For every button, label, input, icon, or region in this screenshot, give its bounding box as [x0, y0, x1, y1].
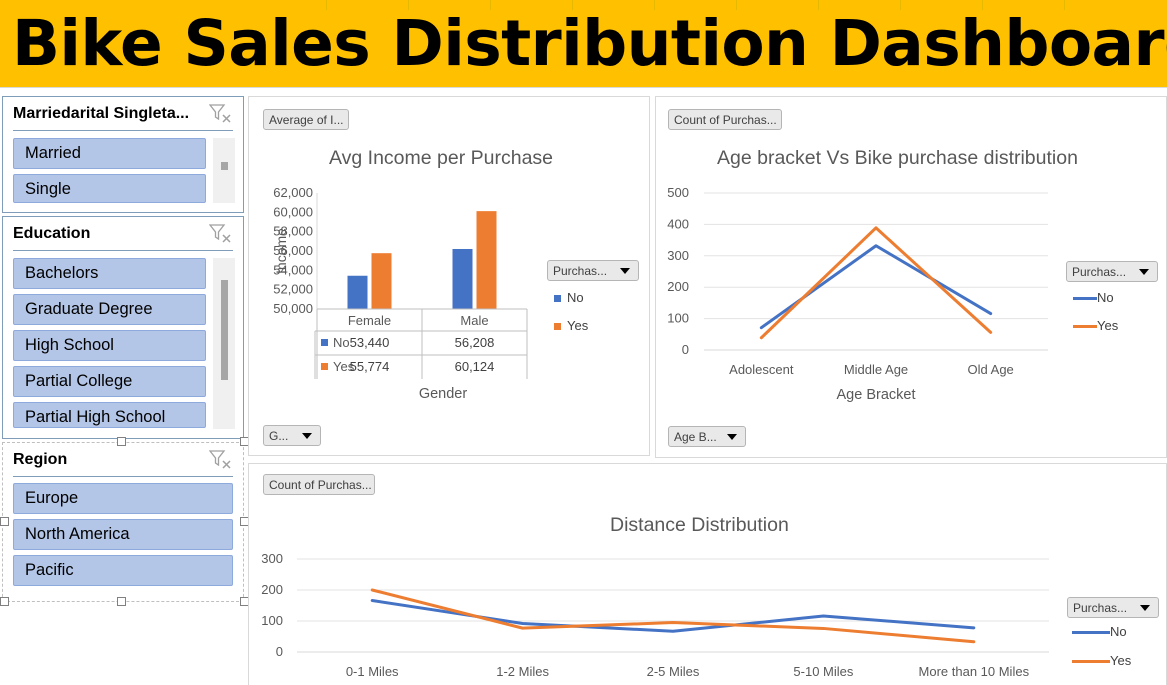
x-category-label: Middle Age — [844, 362, 908, 377]
slicer-item-north-america[interactable]: North America — [13, 519, 233, 550]
resize-handle[interactable] — [0, 597, 9, 606]
legend-swatch — [1073, 325, 1097, 329]
legend-item-no: No — [1073, 290, 1114, 305]
slicer-header: Region — [13, 451, 68, 468]
y-tick-label: 200 — [261, 582, 283, 597]
x-category-label: Adolescent — [729, 362, 794, 377]
clear-filter-icon[interactable] — [209, 449, 233, 469]
slicer-header: Marriedarital Singleta... — [13, 105, 190, 122]
bar-yes — [476, 211, 497, 309]
table-legend-key — [321, 363, 328, 370]
y-tick-label: 52,000 — [273, 282, 313, 297]
y-tick-label: 400 — [667, 216, 689, 231]
slicer-item-europe[interactable]: Europe — [13, 483, 233, 514]
x-category-label: Male — [460, 313, 488, 328]
legend-field-button[interactable]: Purchas... — [1066, 261, 1158, 282]
y-axis-label: Income — [273, 228, 289, 274]
scrollbar-thumb[interactable] — [221, 162, 228, 170]
legend-swatch — [554, 295, 561, 302]
bar-no — [452, 248, 473, 309]
slicer-item-bachelors[interactable]: Bachelors — [13, 258, 206, 289]
slicer-item-partial-college[interactable]: Partial College — [13, 366, 206, 397]
table-series-label: No — [333, 335, 350, 350]
legend-swatch — [554, 323, 561, 330]
table-value: 53,440 — [350, 335, 390, 350]
legend-item-yes: Yes — [1073, 318, 1118, 333]
chart-avg-income: Average of I... Avg Income per Purchase … — [248, 96, 650, 456]
table-value: 60,124 — [455, 359, 495, 374]
slicer-divider — [13, 250, 233, 251]
legend-swatch — [1072, 660, 1110, 664]
series-line-yes — [370, 588, 976, 644]
resize-handle[interactable] — [117, 437, 126, 446]
x-category-label: Female — [348, 313, 391, 328]
legend-label: Yes — [567, 318, 589, 333]
y-tick-label: 0 — [682, 342, 689, 357]
x-category-label: Old Age — [968, 362, 1014, 377]
legend-item-no: No — [1072, 624, 1127, 639]
legend-label: No — [1097, 290, 1114, 305]
legend-item-yes: Yes — [1072, 653, 1131, 668]
y-tick-label: 300 — [261, 551, 283, 566]
y-tick-label: 60,000 — [273, 204, 313, 219]
x-category-label: More than 10 Miles — [919, 664, 1030, 679]
y-tick-label: 200 — [667, 279, 689, 294]
bar-yes — [371, 253, 392, 309]
legend-field-button[interactable]: Purchas... — [1067, 597, 1159, 618]
slicer-item-partial-high-school[interactable]: Partial High School — [13, 402, 206, 428]
slicer-education[interactable]: Education Bachelors Graduate Degree High… — [2, 216, 244, 439]
slicer-divider — [13, 130, 233, 131]
clear-filter-icon[interactable] — [209, 103, 233, 123]
x-category-label: 2-5 Miles — [647, 664, 700, 679]
dashboard-title: Bike Sales Distribution Dashboard — [12, 7, 1167, 80]
legend-swatch — [1072, 631, 1110, 635]
table-legend-key — [321, 339, 328, 346]
legend-item-no: No — [554, 290, 584, 305]
clear-filter-icon[interactable] — [209, 223, 233, 243]
slicer-region[interactable]: Region Europe North America Pacific — [2, 442, 244, 602]
slicer-item-graduate-degree[interactable]: Graduate Degree — [13, 294, 206, 325]
legend-label: Yes — [1110, 653, 1132, 668]
x-axis-label: Age Bracket — [837, 387, 916, 403]
y-tick-label: 100 — [667, 311, 689, 326]
line-chart-canvas: 0 100 200 300 0-1 Miles 1-2 Miles 2-5 Miles 5-1… — [261, 551, 1049, 679]
legend-label: No — [567, 290, 584, 305]
axis-field-button[interactable]: Age B... — [668, 426, 746, 447]
slicer-header: Education — [13, 225, 91, 242]
x-category-label: 5-10 Miles — [793, 664, 853, 679]
bar-no — [347, 275, 368, 309]
x-axis-label: Gender — [419, 386, 468, 402]
table-value: 55,774 — [350, 359, 390, 374]
table-value: 56,208 — [455, 335, 495, 350]
legend-label: No — [1110, 624, 1127, 639]
slicer-marital-status[interactable]: Marriedarital Singleta... Married Single — [2, 96, 244, 213]
x-category-label: 1-2 Miles — [496, 664, 549, 679]
y-tick-label: 500 — [667, 185, 689, 200]
slicer-item-single[interactable]: Single — [13, 174, 206, 203]
dashboard-banner: Bike Sales Distribution Dashboard — [0, 0, 1167, 88]
slicer-scrollbar[interactable] — [213, 138, 235, 203]
resize-handle[interactable] — [117, 597, 126, 606]
slicer-item-married[interactable]: Married — [13, 138, 206, 169]
legend-item-yes: Yes — [554, 318, 588, 333]
chart-age-bracket: Count of Purchas... Age bracket Vs Bike … — [655, 96, 1167, 458]
slicer-divider — [13, 476, 233, 477]
x-category-label: 0-1 Miles — [346, 664, 399, 679]
y-tick-label: 100 — [261, 613, 283, 628]
chart-distance-distribution: Count of Purchas... Distance Distributio… — [248, 463, 1167, 685]
legend-swatch — [1073, 297, 1097, 301]
slicer-item-high-school[interactable]: High School — [13, 330, 206, 361]
series-line-no — [370, 599, 976, 633]
axis-field-button[interactable]: G... — [263, 425, 321, 446]
y-tick-label: 0 — [276, 644, 283, 659]
scrollbar-thumb[interactable] — [221, 280, 228, 380]
slicer-scrollbar[interactable] — [213, 258, 235, 429]
slicer-item-pacific[interactable]: Pacific — [13, 555, 233, 586]
y-tick-label: 300 — [667, 248, 689, 263]
legend-label: Yes — [1097, 318, 1119, 333]
y-tick-label: 62,000 — [273, 185, 313, 200]
y-tick-label: 50,000 — [273, 301, 313, 316]
legend-field-button[interactable]: Purchas... — [547, 260, 639, 281]
resize-handle[interactable] — [0, 517, 9, 526]
